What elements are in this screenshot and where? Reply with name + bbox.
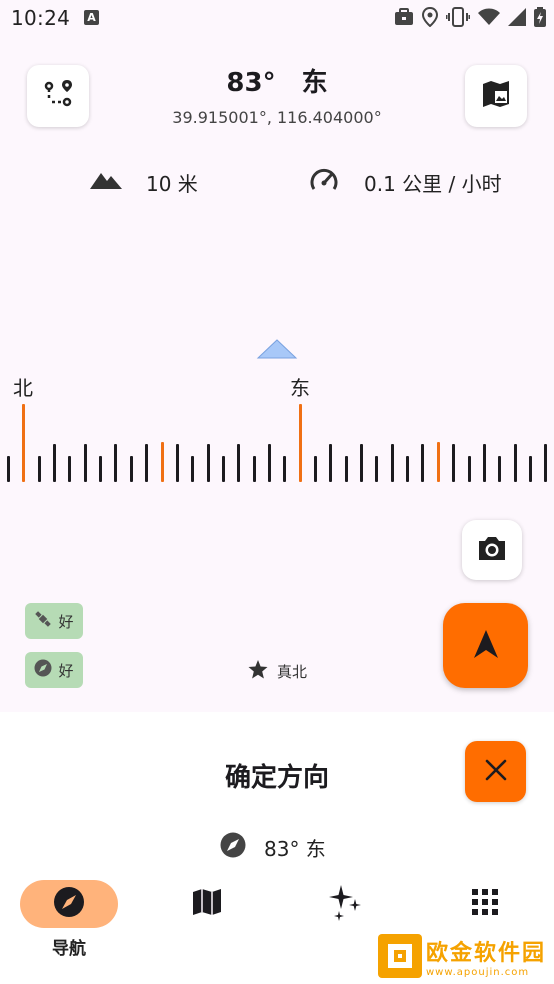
status-time: 10:24 [11, 6, 71, 30]
compass-tick [360, 444, 364, 482]
compass-strip[interactable]: 北 东 [0, 370, 554, 485]
compass-label-east: 东 [290, 376, 310, 400]
gps-accuracy-badge: 好 [25, 603, 83, 639]
compass-tick [452, 444, 456, 482]
compass-tick [283, 456, 287, 482]
compass-tick [375, 456, 379, 482]
compass-tick [329, 444, 333, 482]
direction-readout-value: 83° 东 [264, 837, 326, 861]
compass-tick [68, 456, 72, 482]
navigate-fab[interactable] [443, 603, 528, 688]
compass-tick [298, 404, 302, 482]
compass-tick [237, 444, 241, 482]
star-icon [247, 659, 269, 684]
signal-icon [508, 8, 526, 30]
speed-stat: 0.1 公里 / 小时 [310, 168, 502, 197]
map-icon [192, 888, 222, 920]
location-icon [421, 6, 439, 31]
compass-tick [344, 456, 348, 482]
compass-tick [406, 456, 410, 482]
compass-tick [498, 456, 502, 482]
camera-icon [476, 534, 508, 566]
watermark-title: 欧金软件园 [425, 940, 546, 966]
wifi-icon [478, 8, 500, 30]
compass-tick [99, 456, 103, 482]
map-button[interactable] [465, 65, 527, 127]
vibrate-icon [445, 7, 471, 31]
satellite-icon [34, 610, 52, 632]
compass-accuracy-badge: 好 [25, 652, 83, 688]
altitude-value: 10 米 [146, 172, 198, 196]
compass-tick [390, 444, 394, 482]
compass-tick [267, 444, 271, 482]
watermark-url: www.apoujin.com [425, 966, 530, 978]
battery-charging-icon [534, 7, 546, 31]
status-badge: A [84, 10, 99, 25]
compass-tick [513, 444, 517, 482]
compass-tick [160, 442, 164, 482]
compass-tick [467, 456, 471, 482]
camera-button[interactable] [462, 520, 522, 580]
direction-readout: 83° 东 [220, 832, 326, 863]
navigation-arrow-icon [472, 629, 500, 663]
compass-icon [53, 886, 85, 922]
north-reference-label: 真北 [277, 663, 308, 681]
bearing-value: 83° [226, 68, 276, 98]
map-icon [481, 79, 511, 113]
close-button[interactable] [465, 741, 526, 802]
compass-tick [145, 444, 149, 482]
compass-tick [314, 456, 317, 482]
watermark-logo [377, 934, 422, 978]
gps-accuracy-label: 好 [58, 612, 74, 631]
close-icon [484, 758, 508, 786]
compass-icon [34, 659, 52, 681]
compass-tick [129, 456, 133, 482]
compass-accuracy-label: 好 [58, 661, 74, 680]
nav-item-navigation[interactable] [20, 880, 118, 928]
status-icons [394, 6, 546, 31]
compass-icon [220, 832, 246, 863]
compass-tick [206, 444, 210, 482]
compass-tick [175, 444, 179, 482]
speed-value: 0.1 公里 / 小时 [364, 172, 502, 196]
direction-value: 东 [301, 68, 328, 98]
triangle-pointer-icon [256, 338, 298, 364]
compass-tick [53, 444, 57, 482]
mountain-icon [90, 170, 122, 195]
nav-label-navigation[interactable]: 导航 [20, 934, 118, 959]
watermark: 欧金软件园 www.apoujin.com [377, 934, 546, 978]
north-reference[interactable]: 真北 [247, 659, 307, 684]
compass-tick [528, 456, 532, 482]
altitude-stat: 10 米 [90, 168, 198, 197]
speedometer-icon [310, 168, 338, 197]
compass-tick [37, 456, 41, 482]
compass-tick [22, 404, 26, 482]
nav-item-map[interactable] [158, 880, 256, 928]
compass-tick [7, 456, 10, 482]
apps-grid-icon [472, 889, 498, 919]
compass-tick [114, 444, 118, 482]
compass-tick [191, 456, 195, 482]
compass-tick [421, 444, 425, 482]
nav-item-apps[interactable] [436, 880, 534, 928]
briefcase-icon [394, 8, 414, 30]
compass-tick [83, 444, 87, 482]
compass-tick [221, 456, 225, 482]
compass-ticks [0, 400, 554, 482]
compass-tick [252, 456, 256, 482]
nav-item-tools[interactable] [296, 880, 394, 928]
compass-tick [482, 444, 486, 482]
compass-label-north: 北 [13, 376, 33, 400]
compass-tick [544, 444, 548, 482]
sparkle-icon [327, 883, 363, 925]
compass-tick [436, 442, 440, 482]
